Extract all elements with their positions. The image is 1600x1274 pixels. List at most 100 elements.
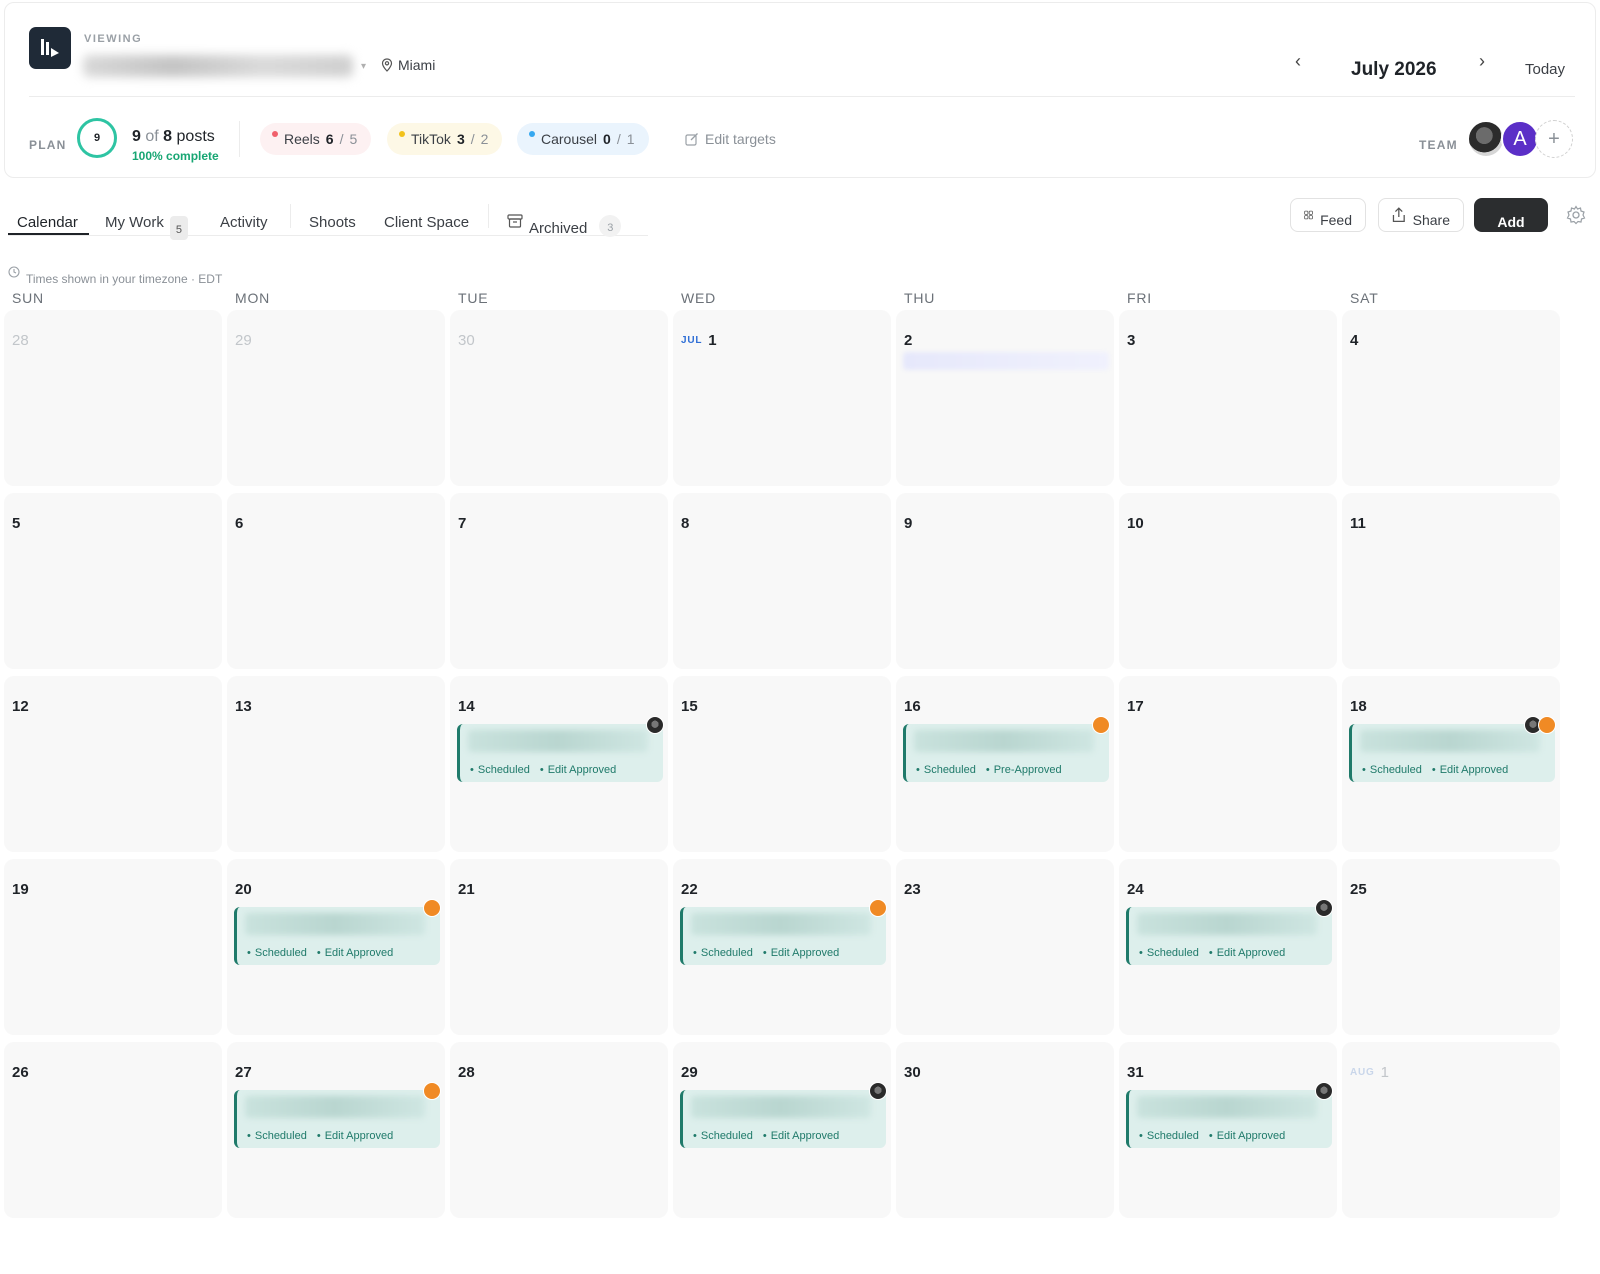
calendar-day-cell[interactable]: 29	[227, 310, 445, 486]
calendar-day-cell[interactable]: 12	[4, 676, 222, 852]
location-label: Miami	[398, 57, 436, 73]
calendar-day-cell[interactable]: 31 Scheduled Edit Approved	[1119, 1042, 1337, 1218]
calendar-day-cell[interactable]: 5	[4, 493, 222, 669]
calendar-day-cell[interactable]: 26	[4, 1042, 222, 1218]
add-team-member-button[interactable]: +	[1535, 120, 1573, 158]
calendar-day-cell[interactable]: 11	[1342, 493, 1560, 669]
post-approval: Edit Approved	[1432, 764, 1509, 776]
day-number: 6	[235, 515, 243, 532]
client-name-blurred[interactable]	[83, 55, 353, 77]
calendar-day-cell[interactable]: 21	[450, 859, 668, 1035]
post-card[interactable]: Scheduled Edit Approved	[1126, 1090, 1332, 1148]
calendar-day-cell[interactable]: 18 Scheduled Edit Approved	[1342, 676, 1560, 852]
chevron-right-icon[interactable]: ›	[1479, 51, 1485, 72]
assignee-avatar[interactable]	[646, 716, 664, 734]
post-card[interactable]: Scheduled Edit Approved	[234, 1090, 440, 1148]
calendar-day-cell[interactable]: 6	[227, 493, 445, 669]
calendar-day-cell[interactable]: 28	[4, 310, 222, 486]
calendar-day-cell[interactable]: 9	[896, 493, 1114, 669]
post-card[interactable]: Scheduled Edit Approved	[680, 1090, 886, 1148]
calendar-day-cell[interactable]: 19	[4, 859, 222, 1035]
blurred-event-chip[interactable]	[903, 352, 1109, 370]
post-card[interactable]: Scheduled Pre-Approved	[903, 724, 1109, 782]
tab-shoots[interactable]: Shoots	[309, 214, 356, 231]
target-pill-tiktok[interactable]: TikTok 3 / 2	[387, 123, 503, 155]
calendar-day-cell[interactable]: 28	[450, 1042, 668, 1218]
posts-done: 9	[132, 128, 141, 145]
add-button[interactable]: Add	[1474, 198, 1548, 232]
chevron-left-icon[interactable]: ‹	[1295, 51, 1301, 72]
calendar-day-cell[interactable]: 30	[896, 1042, 1114, 1218]
assignee-avatar[interactable]	[869, 899, 887, 917]
feed-button[interactable]: Feed	[1290, 198, 1366, 232]
post-card[interactable]: Scheduled Edit Approved	[680, 907, 886, 965]
assignee-avatar[interactable]	[1538, 716, 1556, 734]
calendar-day-cell[interactable]: 24 Scheduled Edit Approved	[1119, 859, 1337, 1035]
share-button[interactable]: Share	[1378, 198, 1464, 232]
gear-icon[interactable]	[1566, 205, 1586, 230]
assignee-avatar[interactable]	[423, 899, 441, 917]
calendar-day-cell[interactable]: 10	[1119, 493, 1337, 669]
post-card[interactable]: Scheduled Edit Approved	[1349, 724, 1555, 782]
day-number: 17	[1127, 698, 1144, 715]
day-number: 19	[12, 881, 29, 898]
tab-my-work[interactable]: My Work 5	[105, 214, 188, 240]
calendar-day-cell[interactable]: 15	[673, 676, 891, 852]
target-pill-reels[interactable]: Reels 6 / 5	[260, 123, 372, 155]
calendar-day-cell[interactable]: 30	[450, 310, 668, 486]
tab-calendar[interactable]: Calendar	[17, 214, 78, 231]
calendar-day-cell[interactable]: 14 Scheduled Edit Approved	[450, 676, 668, 852]
target-name: TikTok	[411, 131, 451, 147]
calendar-day-cell[interactable]: 29 Scheduled Edit Approved	[673, 1042, 891, 1218]
assignee-avatar[interactable]	[1315, 1082, 1333, 1100]
post-card[interactable]: Scheduled Edit Approved	[457, 724, 663, 782]
assignee-avatar[interactable]	[1092, 716, 1110, 734]
post-status: Scheduled	[1139, 947, 1199, 959]
calendar-day-cell[interactable]: 13	[227, 676, 445, 852]
team-avatar-letter[interactable]: A	[1501, 120, 1539, 158]
day-number-value: 20	[235, 881, 252, 898]
day-number: 15	[681, 698, 698, 715]
day-number-value: 27	[235, 1064, 252, 1081]
reels-dot-icon	[272, 131, 278, 137]
calendar-day-cell[interactable]: 17	[1119, 676, 1337, 852]
chevron-down-icon[interactable]: ▾	[361, 61, 366, 72]
assignee-avatar[interactable]	[869, 1082, 887, 1100]
tab-activity[interactable]: Activity	[220, 214, 268, 231]
calendar-day-cell[interactable]: 23	[896, 859, 1114, 1035]
tab-archived[interactable]: Archived 3	[507, 204, 622, 237]
calendar-day-cell[interactable]: 25	[1342, 859, 1560, 1035]
calendar-day-cell[interactable]: 4	[1342, 310, 1560, 486]
team-avatar-photo[interactable]	[1467, 120, 1505, 158]
target-name: Reels	[284, 131, 320, 147]
calendar-day-cell[interactable]: 16 Scheduled Pre-Approved	[896, 676, 1114, 852]
calendar-day-cell[interactable]: AUG 1	[1342, 1042, 1560, 1218]
calendar-day-cell[interactable]: 22 Scheduled Edit Approved	[673, 859, 891, 1035]
calendar-day-cell[interactable]: 8	[673, 493, 891, 669]
today-button[interactable]: Today	[1525, 61, 1565, 78]
day-number: 20	[235, 881, 252, 898]
calendar-day-cell[interactable]: 7	[450, 493, 668, 669]
target-pill-carousel[interactable]: Carousel 0 / 1	[517, 123, 649, 155]
post-approval: Edit Approved	[317, 1130, 394, 1142]
day-number-value: 10	[1127, 515, 1144, 532]
post-card[interactable]: Scheduled Edit Approved	[234, 907, 440, 965]
calendar-day-cell[interactable]: 3	[1119, 310, 1337, 486]
edit-targets-button[interactable]: Edit targets	[685, 131, 776, 147]
calendar-day-cell[interactable]: 27 Scheduled Edit Approved	[227, 1042, 445, 1218]
feed-label: Feed	[1320, 212, 1352, 228]
post-card[interactable]: Scheduled Edit Approved	[1126, 907, 1332, 965]
plan-progress-ring: 9	[77, 118, 117, 158]
calendar-day-cell[interactable]: 20 Scheduled Edit Approved	[227, 859, 445, 1035]
weekday-sat: SAT	[1350, 290, 1379, 306]
day-number: 26	[12, 1064, 29, 1081]
tab-client-space[interactable]: Client Space	[384, 214, 469, 231]
workspace-logo[interactable]	[29, 27, 71, 69]
map-pin-icon	[381, 58, 393, 72]
assignee-avatar[interactable]	[1315, 899, 1333, 917]
my-work-count-badge: 5	[169, 216, 188, 240]
posts-total: 8	[163, 128, 173, 145]
calendar-day-cell[interactable]: JUL 1	[673, 310, 891, 486]
calendar-day-cell[interactable]: 2	[896, 310, 1114, 486]
assignee-avatar[interactable]	[423, 1082, 441, 1100]
